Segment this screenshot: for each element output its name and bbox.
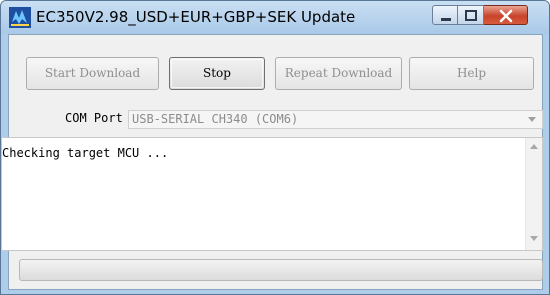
help-button[interactable]: Help	[409, 57, 534, 90]
minimize-button[interactable]	[432, 5, 458, 25]
scroll-down-icon[interactable]	[530, 236, 538, 242]
com-port-label: COM Port	[65, 111, 123, 125]
stop-button[interactable]: Stop	[169, 57, 265, 90]
window-title: EC350V2.98_USD+EUR+GBP+SEK Update	[36, 8, 356, 26]
log-textarea[interactable]: Checking target MCU ...	[1, 137, 543, 251]
progress-bar	[19, 259, 543, 281]
scroll-up-icon[interactable]	[530, 144, 538, 150]
close-icon	[499, 9, 513, 23]
app-logo-icon	[9, 7, 31, 28]
repeat-download-button[interactable]: Repeat Download	[275, 57, 402, 90]
maximize-button[interactable]	[458, 5, 484, 25]
com-port-value: USB-SERIAL CH340 (COM6)	[132, 112, 299, 126]
start-download-button[interactable]: Start Download	[26, 57, 159, 90]
maximize-icon	[465, 10, 477, 21]
app-window: EC350V2.98_USD+EUR+GBP+SEK Update Start …	[0, 0, 550, 295]
close-button[interactable]	[484, 5, 528, 25]
title-bar[interactable]: EC350V2.98_USD+EUR+GBP+SEK Update	[1, 1, 549, 34]
log-scrollbar[interactable]	[525, 138, 542, 250]
minimize-icon	[441, 18, 451, 21]
log-text: Checking target MCU ...	[2, 146, 169, 160]
chevron-down-icon	[528, 117, 536, 122]
com-port-select[interactable]: USB-SERIAL CH340 (COM6)	[128, 110, 543, 129]
